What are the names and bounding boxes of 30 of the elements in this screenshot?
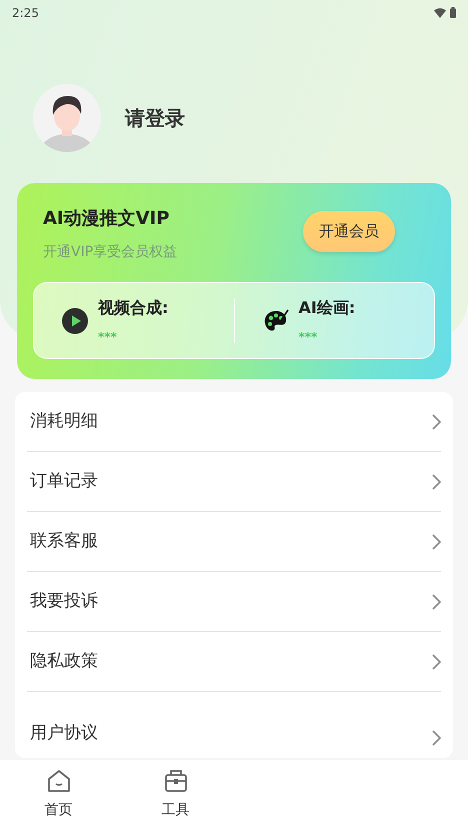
menu-item[interactable]: 隐私政策 [27, 632, 441, 692]
avatar[interactable] [33, 84, 101, 152]
menu-item[interactable]: 用户协议 [27, 692, 441, 752]
menu-item[interactable]: 联系客服 [27, 512, 441, 572]
vip-title: AI动漫推文VIP [42, 207, 170, 231]
benefit-value: *** [98, 328, 118, 346]
menu-item[interactable]: 我要投诉 [27, 572, 441, 632]
benefit-value: *** [298, 328, 318, 346]
wifi-icon [434, 8, 446, 18]
menu-item[interactable]: 订单记录 [27, 452, 441, 512]
status-time: 2:25 [12, 4, 39, 22]
home-icon [46, 768, 72, 794]
vip-subtitle: 开通VIP享受会员权益 [42, 243, 178, 262]
menu-item[interactable]: 消耗明细 [27, 392, 441, 452]
tab-item[interactable]: 首页 [0, 760, 117, 833]
benefit-label: 视频合成: [98, 296, 168, 318]
tab-item[interactable]: 工具 [117, 760, 234, 833]
benefit-label: AI绘画: [298, 296, 356, 318]
open-membership-button[interactable]: 开通会员 [303, 211, 395, 252]
chevron-right-icon [432, 414, 441, 430]
play-icon [62, 308, 88, 334]
toolbox-icon [162, 768, 188, 794]
login-prompt[interactable]: 请登录 [125, 103, 185, 133]
chevron-right-icon [432, 534, 441, 550]
battery-icon [450, 7, 456, 18]
palette-icon [262, 308, 288, 334]
chevron-right-icon [432, 730, 441, 746]
chevron-right-icon [432, 654, 441, 670]
chevron-right-icon [432, 474, 441, 490]
chevron-right-icon [432, 594, 441, 610]
